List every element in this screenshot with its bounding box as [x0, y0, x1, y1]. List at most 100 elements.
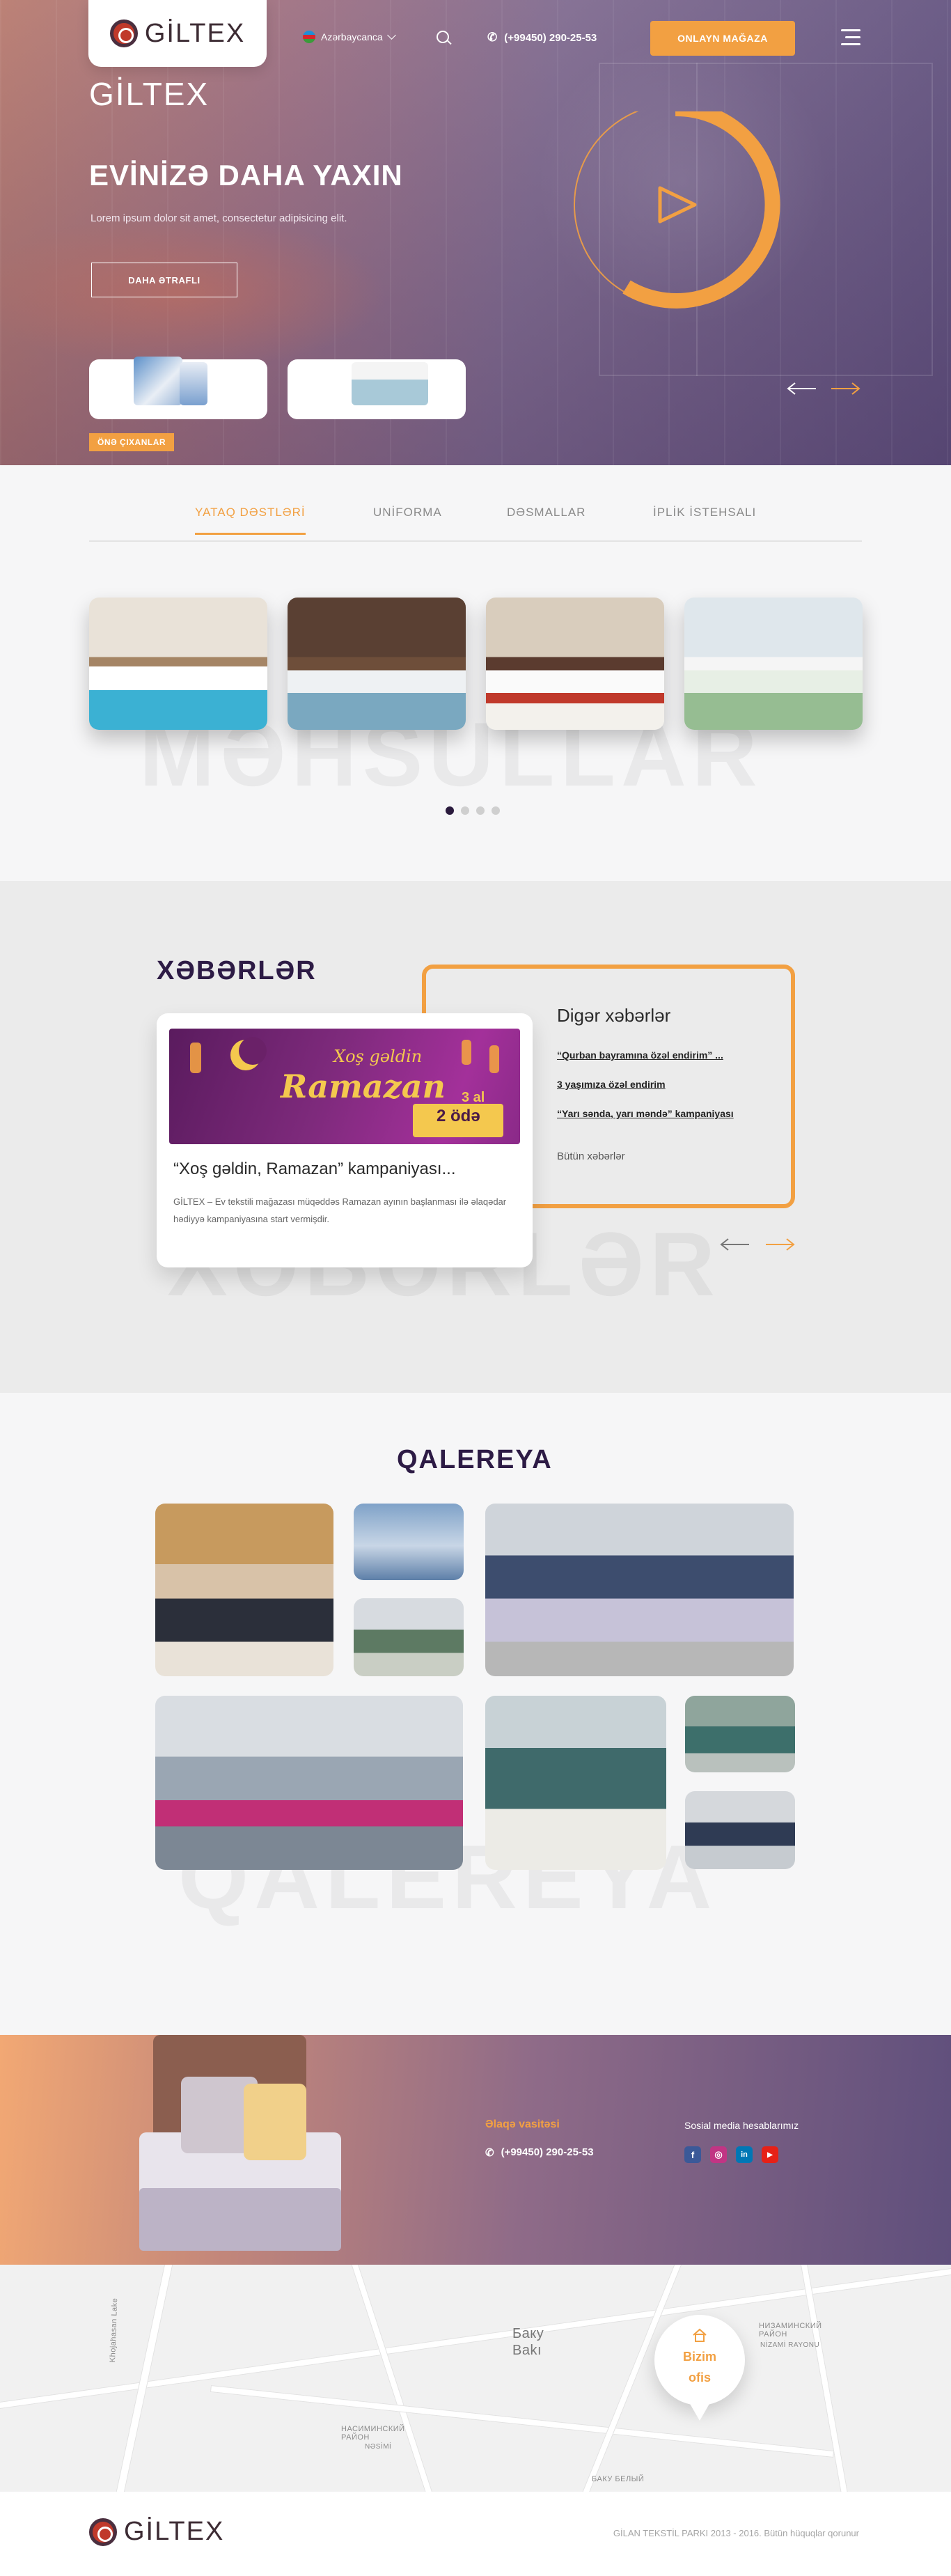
gallery-image[interactable] — [685, 1791, 795, 1869]
map-label-lake: Khojahasan Lake — [109, 2297, 120, 2363]
gallery-section: QALEREYA QALEREYA — [0, 1393, 951, 2035]
map-label-baku-belyi: БАКУ БЕЛЫЙ — [592, 2475, 645, 2483]
slider-dot[interactable] — [492, 806, 500, 815]
logo-mark-icon — [109, 19, 138, 47]
product-image — [180, 362, 207, 405]
gallery-image[interactable] — [155, 1504, 333, 1676]
slider-dot[interactable] — [446, 806, 454, 815]
online-shop-button[interactable]: ONLAYN MAĞAZA — [650, 21, 795, 56]
slider-dot[interactable] — [476, 806, 485, 815]
linkedin-icon[interactable]: in — [736, 2146, 753, 2163]
bed-illustration — [139, 2035, 341, 2251]
phone-icon: ✆ — [487, 31, 498, 44]
logo-text: GİLTEX — [144, 18, 246, 48]
featured-news-card[interactable]: Xoş gəldin Ramazan 3 al 2 ödə “Xoş gəldi… — [157, 1013, 533, 1267]
slider-dot[interactable] — [461, 806, 469, 815]
logo[interactable]: GİLTEX — [88, 0, 267, 67]
map-road — [349, 2265, 438, 2492]
map-label-nizami: НИЗАМИНСКИЙ РАЙОН — [759, 2322, 822, 2339]
gallery-title: QALEREYA — [397, 1445, 553, 1474]
menu-icon[interactable] — [841, 29, 860, 46]
featured-tag: ÖNƏ ÇIXANLAR — [89, 433, 175, 451]
language-label: Azərbaycanca — [321, 31, 383, 42]
hero-section: GİLTEX Azərbaycanca ✆ (+99450) 290-25-53… — [0, 0, 951, 465]
product-card[interactable] — [486, 598, 664, 730]
all-news-link[interactable]: Bütün xəbərlər — [557, 1150, 625, 1162]
arrow-right-icon[interactable] — [830, 382, 860, 396]
map-section[interactable]: Баку Bakı НИЗАМИНСКИЙ РАЙОН NİZAMİ RAYON… — [0, 2265, 951, 2492]
contact-title: Əlaqə vasitəsi — [485, 2118, 560, 2130]
news-link[interactable]: “Yarı sənda, yarı məndə” kampaniyası — [557, 1108, 734, 1119]
featured-product-card[interactable] — [288, 359, 466, 419]
logo-mark-icon — [89, 2518, 117, 2546]
product-card[interactable] — [684, 598, 863, 730]
gallery-image[interactable] — [354, 1504, 464, 1580]
contact-phone[interactable]: ✆ (+99450) 290-25-53 — [485, 2146, 594, 2159]
contact-section: Əlaqə vasitəsi ✆ (+99450) 290-25-53 Sosi… — [0, 2035, 951, 2265]
product-image — [352, 362, 428, 405]
map-label-baku-az: Bakı — [512, 2343, 542, 2358]
news-section: XƏBƏRLƏR XƏBƏRLƏR Digər xəbərlər “Qurban… — [0, 881, 951, 1393]
news-link[interactable]: 3 yaşımıza özəl endirim — [557, 1079, 666, 1090]
gallery-image[interactable] — [155, 1696, 463, 1870]
footer-logo[interactable]: GİLTEX — [89, 2517, 224, 2547]
arrow-left-icon[interactable] — [787, 382, 817, 396]
tab-yarn[interactable]: İPLİK İSTEHSALI — [653, 506, 756, 520]
hero-title: EVİNİZƏ DAHA YAXIN — [89, 159, 403, 192]
tab-uniform[interactable]: UNİFORMA — [373, 506, 442, 520]
contact-phone-number: (+99450) 290-25-53 — [501, 2146, 594, 2158]
gallery-image[interactable] — [354, 1598, 464, 1676]
tab-towels[interactable]: DƏSMALLAR — [507, 506, 585, 520]
bed-image — [132, 2035, 355, 2265]
gallery-image[interactable] — [485, 1696, 666, 1870]
featured-news-title[interactable]: “Xoş gəldin, Ramazan” kampaniyası... — [173, 1160, 456, 1179]
copyright: GİLAN TEKSTİL PARKI 2013 - 2016. Bütün h… — [613, 2528, 859, 2538]
instagram-icon[interactable]: ◎ — [710, 2146, 727, 2163]
banner-line-2: Ramazan — [281, 1068, 446, 1105]
other-news-title: Digər xəbərlər — [557, 1005, 671, 1026]
chevron-down-icon — [386, 31, 396, 40]
news-link[interactable]: “Qurban bayramına özəl endirim” ... — [557, 1049, 723, 1061]
map-road — [210, 2384, 835, 2458]
facebook-icon[interactable]: f — [684, 2146, 701, 2163]
product-image — [134, 357, 182, 405]
map-label-nasimi-az: NƏSİMİ — [365, 2443, 392, 2451]
product-tabs: YATAQ DƏSTLƏRİ UNİFORMA DƏSMALLAR İPLİK … — [89, 506, 862, 542]
products-section: MƏHSULLAR YATAQ DƏSTLƏRİ UNİFORMA DƏSMAL… — [0, 465, 951, 881]
social-title: Sosial media hesablarımız — [684, 2120, 799, 2131]
banner-line-1: Xoş gəldin — [333, 1047, 423, 1066]
featured-news-text: GİLTEX – Ev tekstili mağazası müqəddəs R… — [173, 1196, 507, 1224]
gallery-image[interactable] — [685, 1696, 795, 1772]
gallery-image[interactable] — [485, 1504, 794, 1676]
pin-label-1: Bizim — [682, 2350, 716, 2364]
arrow-right-icon[interactable] — [764, 1238, 795, 1251]
map-label-baku-ru: Баку — [512, 2326, 544, 2341]
featured-product-card[interactable] — [89, 357, 267, 419]
youtube-icon[interactable]: ▶ — [762, 2146, 778, 2163]
header-phone-number: (+99450) 290-25-53 — [504, 31, 597, 44]
product-card[interactable] — [288, 598, 466, 730]
play-icon — [574, 100, 780, 309]
tab-bedding[interactable]: YATAQ DƏSTLƏRİ — [195, 506, 306, 535]
play-video-button[interactable] — [557, 100, 794, 348]
hero-subtitle: Lorem ipsum dolor sit amet, consectetur … — [91, 212, 347, 224]
search-icon[interactable] — [437, 31, 449, 43]
more-button[interactable]: DAHA ƏTRAFLI — [91, 263, 237, 297]
arrow-left-icon[interactable] — [720, 1238, 750, 1251]
home-icon — [693, 2328, 707, 2342]
slider-dots — [446, 806, 500, 815]
footer: GİLTEX GİLAN TEKSTİL PARKI 2013 - 2016. … — [0, 2492, 951, 2576]
hero-brand: GİLTEX — [89, 76, 210, 112]
map-road — [799, 2265, 851, 2492]
map-label-nizami-az: NİZAMİ RAYONU — [760, 2341, 820, 2349]
office-pin[interactable]: Bizim ofis — [654, 2315, 745, 2421]
pin-label-2: ofis — [688, 2371, 711, 2384]
map-label-nasimi: НАСИМИНСКИЙ РАЙОН — [341, 2425, 405, 2442]
banner-offer-1: 3 al — [462, 1090, 485, 1105]
language-selector[interactable]: Azərbaycanca — [303, 31, 396, 43]
news-title: XƏBƏRLƏR — [157, 956, 317, 985]
header-phone[interactable]: ✆ (+99450) 290-25-53 — [487, 31, 597, 45]
phone-icon: ✆ — [485, 2147, 494, 2159]
product-card[interactable] — [89, 598, 267, 730]
ramadan-banner: Xoş gəldin Ramazan 3 al 2 ödə — [169, 1029, 520, 1144]
